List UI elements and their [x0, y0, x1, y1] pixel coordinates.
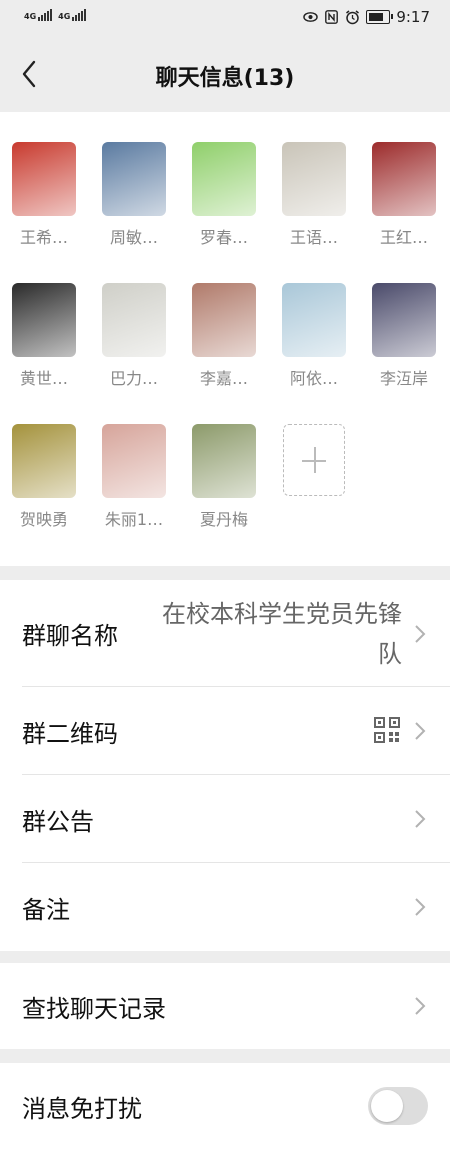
chevron-right-icon	[415, 624, 426, 643]
member-avatar	[192, 142, 256, 216]
member-item[interactable]: 朱丽1…	[94, 424, 174, 530]
member-item[interactable]: 王语…	[274, 142, 354, 248]
member-grid: 王希… 周敏… 罗春… 王语… 王红… 黄世… 巴力… 李嘉… 阿依… 李沍岸贺映勇 朱丽1… 夏丹梅	[0, 112, 450, 566]
status-bar: 4G 4G 9:17	[0, 0, 450, 36]
member-avatar	[282, 283, 346, 357]
member-name: 夏丹梅	[199, 510, 248, 529]
mute-row: 消息免打扰	[0, 1063, 450, 1149]
member-avatar	[12, 142, 76, 216]
sim2-label: 4G	[58, 12, 71, 21]
member-avatar	[12, 283, 76, 357]
page-title: 聊天信息(13)	[155, 66, 295, 91]
member-name: 王红…	[379, 228, 428, 247]
member-item[interactable]: 黄世…	[4, 283, 84, 389]
member-avatar	[102, 424, 166, 498]
announcement-row[interactable]: 群公告	[0, 775, 450, 863]
member-name: 巴力…	[109, 369, 158, 388]
member-item[interactable]: 李沍岸	[364, 283, 444, 389]
member-avatar	[372, 142, 436, 216]
member-item[interactable]: 夏丹梅	[184, 424, 264, 530]
member-avatar	[282, 142, 346, 216]
nfc-icon	[324, 10, 339, 25]
member-name: 王语…	[289, 228, 338, 247]
member-name: 阿依…	[289, 369, 338, 388]
group-name-row[interactable]: 群聊名称 在校本科学生党员先锋队	[0, 580, 450, 687]
search-history-label: 查找聊天记录	[22, 994, 166, 1023]
qr-code-label: 群二维码	[22, 719, 118, 748]
announcement-label: 群公告	[22, 807, 94, 836]
group-settings: 群聊名称 在校本科学生党员先锋队 群二维码 群公告 备注	[0, 580, 450, 951]
sim1-label: 4G	[24, 12, 37, 21]
member-item[interactable]: 贺映勇	[4, 424, 84, 530]
alarm-icon	[345, 9, 360, 25]
member-name: 贺映勇	[19, 510, 68, 529]
remark-row[interactable]: 备注	[0, 863, 450, 951]
search-history-row[interactable]: 查找聊天记录	[0, 963, 450, 1049]
member-name: 王希…	[19, 228, 68, 247]
qr-code-row[interactable]: 群二维码	[0, 687, 450, 775]
group-search: 查找聊天记录	[0, 963, 450, 1049]
clock: 9:17	[396, 8, 430, 26]
member-item[interactable]: 罗春…	[184, 142, 264, 248]
toggle-knob	[371, 1090, 403, 1122]
qr-code-icon	[374, 717, 400, 743]
member-name: 李嘉…	[199, 369, 248, 388]
member-item[interactable]: 王红…	[364, 142, 444, 248]
signal-indicators: 4G 4G	[24, 9, 87, 21]
member-avatar	[372, 283, 436, 357]
eye-icon	[303, 10, 319, 25]
group-notifications: 消息免打扰	[0, 1063, 450, 1149]
signal-1-icon: 4G	[24, 9, 53, 21]
chevron-right-icon	[415, 810, 426, 828]
member-item[interactable]: 巴力…	[94, 283, 174, 389]
remark-label: 备注	[22, 895, 70, 924]
plus-icon	[283, 424, 345, 496]
member-avatar	[102, 283, 166, 357]
member-avatar	[12, 424, 76, 498]
mute-toggle[interactable]	[368, 1087, 428, 1125]
chevron-right-icon	[415, 898, 426, 916]
add-member-button[interactable]	[274, 424, 354, 496]
chevron-right-icon	[415, 722, 426, 740]
member-name: 罗春…	[199, 228, 248, 247]
member-item[interactable]: 王希…	[4, 142, 84, 248]
battery-icon	[366, 10, 394, 24]
member-avatar	[192, 283, 256, 357]
member-item[interactable]: 周敏…	[94, 142, 174, 248]
member-avatar	[102, 142, 166, 216]
member-name: 周敏…	[109, 228, 158, 247]
signal-2-icon: 4G	[58, 9, 87, 21]
chevron-right-icon	[415, 997, 426, 1015]
member-name: 朱丽1…	[104, 510, 164, 529]
member-name: 李沍岸	[379, 369, 428, 388]
member-item[interactable]: 阿依…	[274, 283, 354, 389]
mute-label: 消息免打扰	[22, 1094, 142, 1123]
navigation-bar: 聊天信息(13)	[0, 36, 450, 112]
group-name-value: 在校本科学生党员先锋队	[162, 600, 402, 668]
member-avatar	[192, 424, 256, 498]
group-name-label: 群聊名称	[22, 622, 118, 650]
member-name: 黄世…	[19, 369, 68, 388]
member-item[interactable]: 李嘉…	[184, 283, 264, 389]
